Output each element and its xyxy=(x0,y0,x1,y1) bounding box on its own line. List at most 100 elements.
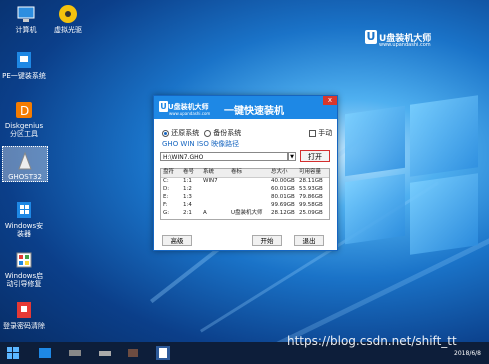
image-path-field[interactable]: H:\WIN7.GHO xyxy=(160,152,288,161)
open-button[interactable]: 打开 xyxy=(300,150,330,162)
desktop-icon-label: PE一键装系统 xyxy=(2,72,46,80)
table-header-cell: 盘符 xyxy=(163,169,175,175)
windows-logo-pane xyxy=(345,173,405,245)
table-cell: G: xyxy=(163,210,170,216)
desktop: U U盘装机大师 www.upandashi.com 计算机 虚拟光驱 PE一键装… xyxy=(0,0,489,364)
desktop-icon-label: Windows启动引导修复 xyxy=(4,272,44,288)
watermark: https://blog.csdn.net/shift_tt xyxy=(287,334,457,348)
table-cell: WIN7 xyxy=(203,178,218,184)
table-cell: A xyxy=(203,210,207,216)
desktop-icon-label: 计算机 xyxy=(15,26,37,34)
table-row[interactable]: G: 2:1 A U盘装机大师 28.12GB 25.09GB xyxy=(161,210,329,217)
windows-logo-pane xyxy=(410,95,478,177)
table-cell: 28.11GB xyxy=(299,178,323,184)
password-clear-icon xyxy=(14,300,34,320)
radio-backup[interactable]: 备份系统 xyxy=(204,128,241,138)
radio-selected-icon xyxy=(162,129,169,137)
table-cell: 1:1 xyxy=(183,178,192,184)
taskbar-app-drive[interactable] xyxy=(68,346,82,360)
exit-button[interactable]: 退出 xyxy=(294,235,324,246)
table-cell: 60.01GB xyxy=(271,186,295,192)
table-cell: D: xyxy=(163,186,170,192)
partition-table: 盘符 卷号 系统 卷标 总大小 可用容量 C: 1:1 WIN7 40.00GB… xyxy=(160,168,330,220)
computer-icon xyxy=(16,4,36,24)
table-row[interactable]: F: 1:4 99.69GB 99.58GB xyxy=(161,202,329,209)
windows-logo-icon xyxy=(7,347,19,359)
table-header-cell: 卷标 xyxy=(231,169,243,175)
table-row[interactable]: C: 1:1 WIN7 40.00GB 28.11GB xyxy=(161,178,329,185)
table-cell: 80.01GB xyxy=(271,194,295,200)
table-cell: 99.58GB xyxy=(299,202,323,208)
desktop-icon-label: Diskgenius分区工具 xyxy=(4,122,44,138)
taskbar-app-explorer[interactable] xyxy=(38,346,52,360)
start-button[interactable]: 开始 xyxy=(252,235,282,246)
brand-logo-icon: U xyxy=(159,101,168,112)
drive-icon xyxy=(69,350,81,356)
dialog-header: UU盘装机大师 www.upandashi.com 一键快速装机 x xyxy=(154,96,337,119)
manual-checkbox[interactable]: 手动 xyxy=(309,128,332,138)
radio-unselected-icon xyxy=(204,129,211,137)
windows-logo-pane xyxy=(410,173,478,255)
taskbar-app-installer[interactable] xyxy=(156,346,170,360)
brand-logo-icon: U xyxy=(365,30,377,44)
start-menu-button[interactable] xyxy=(6,346,20,360)
close-button[interactable]: x xyxy=(323,96,337,105)
table-cell: 79.86GB xyxy=(299,194,323,200)
brand-url: www.upandashi.com xyxy=(379,42,431,48)
window-icon xyxy=(39,348,51,358)
table-cell: 99.69GB xyxy=(271,202,295,208)
desktop-icon-password-clear[interactable]: 登录密码清除 xyxy=(2,296,46,330)
dialog-brand-logo: UU盘装机大师 www.upandashi.com xyxy=(159,101,210,116)
ghost-icon xyxy=(15,151,35,171)
radio-restore[interactable]: 还原系统 xyxy=(162,128,199,138)
desktop-icon-label: 登录密码清除 xyxy=(3,322,45,330)
desktop-icon-boot-repair[interactable]: Windows启动引导修复 xyxy=(2,246,46,288)
table-cell: C: xyxy=(163,178,169,184)
desktop-icon-windows-installer[interactable]: Windows安装器 xyxy=(2,196,46,238)
table-header-cell: 卷号 xyxy=(183,169,195,175)
desktop-brand-logo: U U盘装机大师 www.upandashi.com xyxy=(365,30,431,48)
taskbar-app-tools[interactable] xyxy=(126,346,140,360)
windows-installer-icon xyxy=(14,200,34,220)
device-icon xyxy=(99,351,111,356)
table-cell: 1:3 xyxy=(183,194,192,200)
radio-backup-label: 备份系统 xyxy=(213,129,242,137)
table-row[interactable]: E: 1:3 80.01GB 79.86GB xyxy=(161,194,329,201)
taskbar-app-device[interactable] xyxy=(98,346,112,360)
chevron-down-icon[interactable]: ▼ xyxy=(288,152,296,161)
windows-logo-pane xyxy=(345,105,405,177)
table-header-cell: 总大小 xyxy=(271,169,288,175)
desktop-icon-pe-install[interactable]: PE一键装系统 xyxy=(2,46,46,80)
dialog-brand-title: U盘装机大师 xyxy=(168,102,209,111)
desktop-icon-label: 虚拟光驱 xyxy=(54,26,82,34)
table-cell: F: xyxy=(163,202,168,208)
desktop-icon-label: GHOST32 xyxy=(8,173,42,181)
dialog-brand-url: www.upandashi.com xyxy=(169,111,211,116)
image-path-link[interactable]: GHO WIN ISO 映像路径 xyxy=(162,139,239,149)
table-cell: 25.09GB xyxy=(299,210,323,216)
disc-icon xyxy=(58,4,78,24)
desktop-icon-ghost[interactable]: GHOST32 xyxy=(2,146,48,182)
table-cell: 53.93GB xyxy=(299,186,323,192)
pe-install-icon xyxy=(14,50,34,70)
table-cell: 2:1 xyxy=(183,210,192,216)
radio-restore-label: 还原系统 xyxy=(171,129,200,137)
quick-install-dialog: UU盘装机大师 www.upandashi.com 一键快速装机 x 还原系统 … xyxy=(153,95,338,251)
table-cell: 28.12GB xyxy=(271,210,295,216)
table-header: 盘符 卷号 系统 卷标 总大小 可用容量 xyxy=(161,169,329,178)
table-cell: 1:4 xyxy=(183,202,192,208)
desktop-icon-diskgenius[interactable]: D Diskgenius分区工具 xyxy=(2,96,46,138)
advanced-button[interactable]: 高级 xyxy=(162,235,192,246)
desktop-icon-computer[interactable]: 计算机 xyxy=(4,0,48,34)
table-cell: E: xyxy=(163,194,169,200)
svg-text:D: D xyxy=(20,104,29,118)
desktop-icon-virtual-drive[interactable]: 虚拟光驱 xyxy=(46,0,90,34)
manual-label: 手动 xyxy=(318,129,333,137)
table-cell: 1:2 xyxy=(183,186,192,192)
taskbar-clock: 2018/6/8 xyxy=(454,350,481,357)
tools-icon xyxy=(128,349,138,357)
table-row[interactable]: D: 1:2 60.01GB 53.93GB xyxy=(161,186,329,193)
checkbox-icon xyxy=(309,129,316,137)
table-header-cell: 系统 xyxy=(203,169,215,175)
diskgenius-icon: D xyxy=(14,100,34,120)
